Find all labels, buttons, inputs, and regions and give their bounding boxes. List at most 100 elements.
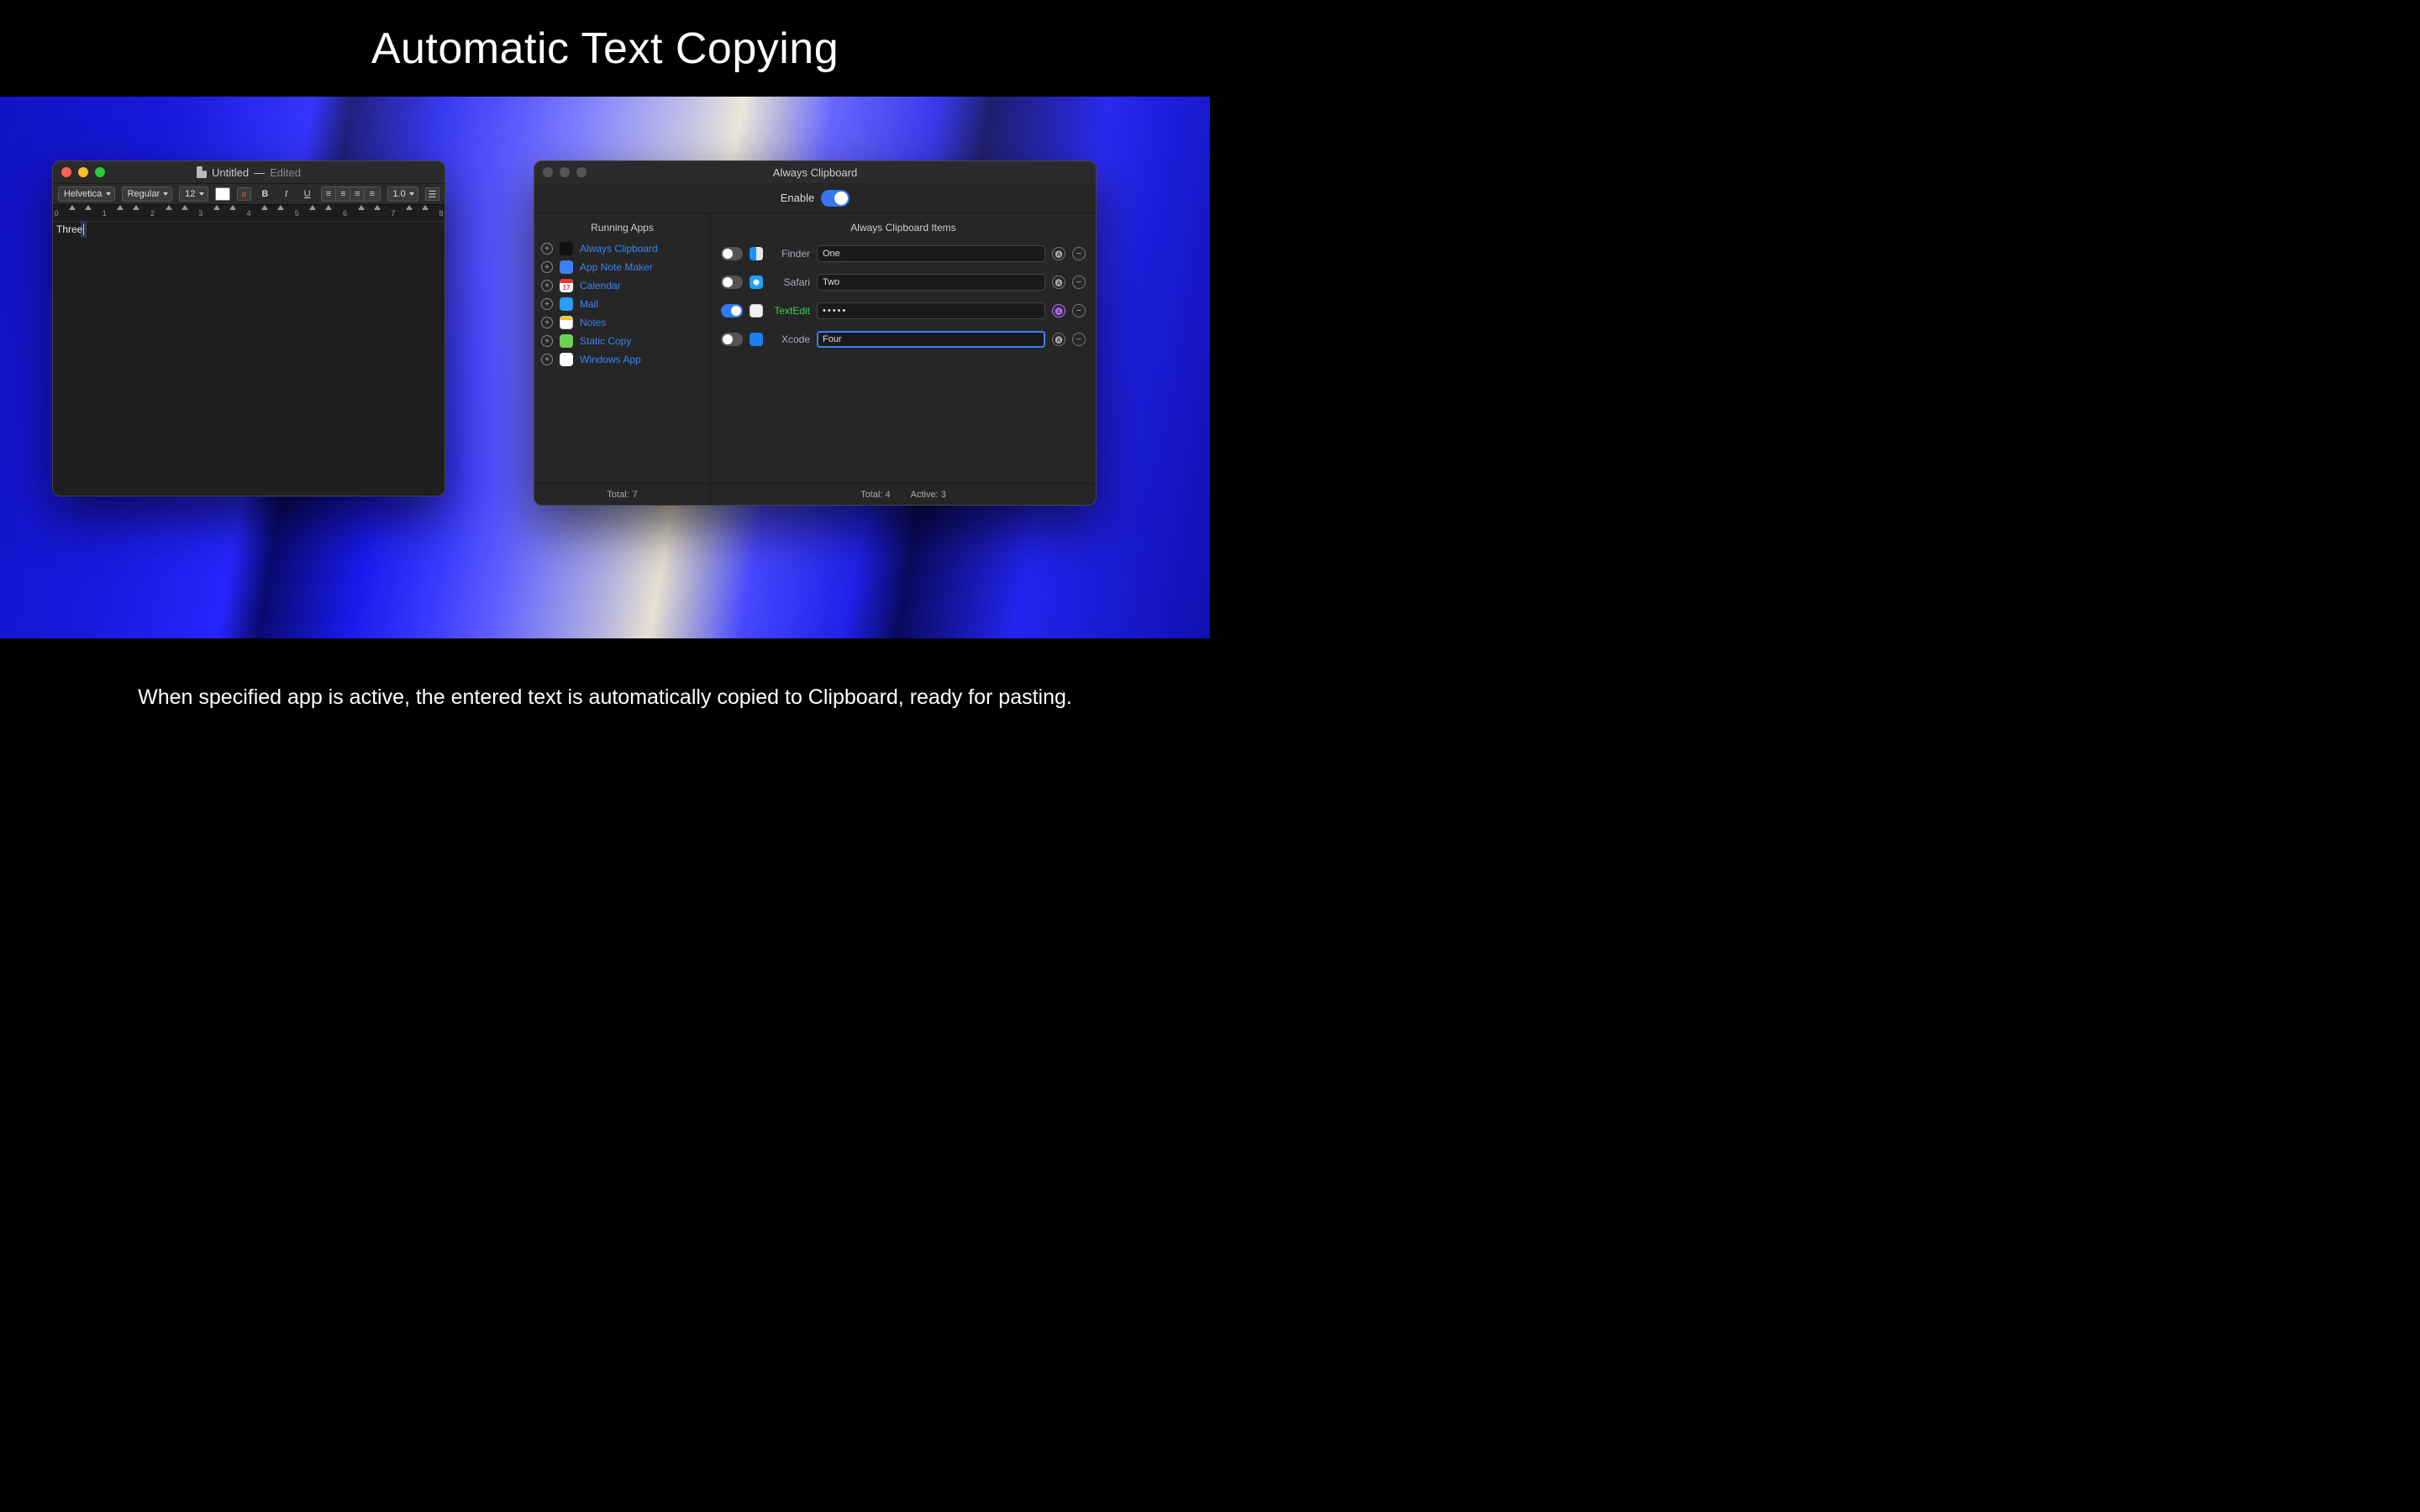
clipboard-item-row: TextEdit ••••• 🅐− — [721, 302, 1086, 319]
add-app-button[interactable]: + — [541, 243, 553, 255]
textedit-document-body[interactable]: Three — [53, 222, 445, 496]
clipboard-item-row: XcodeFour🅐− — [721, 331, 1086, 348]
marketing-header: Automatic Text Copying — [0, 0, 1210, 97]
item-auto-button[interactable]: 🅐 — [1052, 247, 1065, 260]
textedit-titlebar[interactable]: Untitled — Edited — [53, 161, 445, 183]
enable-label: Enable — [781, 192, 814, 204]
clipboard-titlebar[interactable]: Always Clipboard — [534, 161, 1096, 183]
bold-button[interactable]: B — [258, 187, 272, 201]
app-icon — [750, 276, 763, 289]
app-icon: 17 — [560, 279, 573, 292]
line-spacing-value: 1.0 — [393, 189, 406, 199]
ruler-tab-stop-icon[interactable] — [213, 205, 220, 210]
items-total-label: Total: — [860, 490, 882, 500]
item-auto-button[interactable]: 🅐 — [1052, 333, 1065, 346]
textedit-window: Untitled — Edited Helvetica Regular 12 a… — [52, 160, 445, 496]
clipboard-items-header: Always Clipboard Items — [718, 213, 1089, 242]
ruler-tab-stop-icon[interactable] — [406, 205, 413, 210]
add-app-button[interactable]: + — [541, 354, 553, 365]
running-app-name[interactable]: Always Clipboard — [580, 243, 658, 255]
item-enable-toggle[interactable] — [721, 247, 743, 260]
text-color-swatch[interactable] — [215, 187, 229, 201]
ruler-tab-stop-icon[interactable] — [85, 205, 92, 210]
document-status: Edited — [270, 166, 301, 179]
enable-row: Enable — [534, 183, 1096, 213]
add-app-button[interactable]: + — [541, 261, 553, 273]
add-app-button[interactable]: + — [541, 298, 553, 310]
line-spacing-select[interactable]: 1.0 — [387, 186, 418, 202]
ruler-mark: 4 — [246, 209, 250, 218]
ruler-mark: 5 — [295, 209, 299, 218]
items-total-value: 4 — [886, 490, 891, 500]
textedit-format-toolbar: Helvetica Regular 12 a B I U ≡ ≡ ≡ ≡ 1.0… — [53, 183, 445, 205]
running-app-row: + Notes — [541, 316, 703, 329]
ruler-tab-stop-icon[interactable] — [309, 205, 316, 210]
align-justify-icon[interactable]: ≡ — [365, 187, 379, 201]
item-enable-toggle[interactable] — [721, 276, 743, 289]
font-family-select[interactable]: Helvetica — [58, 186, 115, 202]
underline-button[interactable]: U — [300, 187, 314, 201]
list-style-button[interactable]: ☰ — [425, 187, 439, 201]
window-title: Untitled — Edited — [53, 166, 445, 179]
add-app-button[interactable]: + — [541, 317, 553, 328]
font-size-select[interactable]: 12 — [179, 186, 208, 202]
running-app-name[interactable]: Static Copy — [580, 335, 631, 347]
app-icon — [560, 353, 573, 366]
ruler-tab-stop-icon[interactable] — [358, 205, 365, 210]
running-app-name[interactable]: Notes — [580, 317, 606, 328]
item-enable-toggle[interactable] — [721, 333, 743, 346]
ruler-tab-stop-icon[interactable] — [117, 205, 124, 210]
ruler-mark: 0 — [54, 209, 58, 218]
running-total-label: Total: — [607, 490, 629, 500]
align-center-icon[interactable]: ≡ — [336, 187, 350, 201]
align-left-icon[interactable]: ≡ — [322, 187, 336, 201]
ruler-tab-stop-icon[interactable] — [133, 205, 139, 210]
running-app-name[interactable]: Calendar — [580, 280, 621, 291]
clipboard-item-appname: TextEdit — [770, 305, 810, 317]
add-app-button[interactable]: + — [541, 280, 553, 291]
font-family-value: Helvetica — [64, 189, 102, 199]
item-remove-button[interactable]: − — [1072, 333, 1086, 346]
clipboard-item-input[interactable]: ••••• — [817, 302, 1045, 319]
item-remove-button[interactable]: − — [1072, 247, 1086, 260]
ruler-tab-stop-icon[interactable] — [325, 205, 332, 210]
item-remove-button[interactable]: − — [1072, 304, 1086, 318]
ruler-tab-stop-icon[interactable] — [422, 205, 429, 210]
app-icon — [560, 316, 573, 329]
running-app-row: + Always Clipboard — [541, 242, 703, 255]
ruler-tab-stop-icon[interactable] — [374, 205, 381, 210]
align-right-icon[interactable]: ≡ — [350, 187, 365, 201]
clipboard-item-row: Finder One 🅐− — [721, 245, 1086, 262]
item-auto-button[interactable]: 🅐 — [1052, 276, 1065, 289]
styles-button[interactable]: a — [237, 187, 251, 201]
ruler-tab-stop-icon[interactable] — [277, 205, 284, 210]
item-remove-button[interactable]: − — [1072, 276, 1086, 289]
ruler-tab-stop-icon[interactable] — [261, 205, 268, 210]
italic-button[interactable]: I — [279, 187, 293, 201]
running-app-name[interactable]: Windows App — [580, 354, 641, 365]
ruler-tab-stop-icon[interactable] — [166, 205, 172, 210]
ruler-tab-stop-icon[interactable] — [69, 205, 76, 210]
font-style-select[interactable]: Regular — [122, 186, 173, 202]
clipboard-item-appname: Finder — [770, 248, 810, 260]
ruler-tab-stop-icon[interactable] — [182, 205, 188, 210]
ruler-mark: 3 — [198, 209, 203, 218]
clipboard-item-input[interactable]: Two — [817, 274, 1045, 291]
clipboard-item-input[interactable]: Four — [817, 331, 1045, 348]
enable-toggle[interactable] — [821, 190, 850, 207]
page-title: Automatic Text Copying — [371, 24, 839, 74]
textedit-ruler[interactable]: 012345678 — [53, 205, 445, 222]
app-icon — [560, 260, 573, 274]
clipboard-item-input[interactable]: One — [817, 245, 1045, 262]
running-app-name[interactable]: Mail — [580, 298, 598, 310]
ruler-tab-stop-icon[interactable] — [229, 205, 236, 210]
ruler-mark: 7 — [391, 209, 395, 218]
clipboard-items-pane: Always Clipboard Items FinderOne🅐−Safari… — [711, 213, 1096, 483]
item-enable-toggle[interactable] — [721, 304, 743, 318]
running-app-name[interactable]: App Note Maker — [580, 261, 653, 273]
window-title: Always Clipboard — [534, 166, 1096, 179]
item-auto-button[interactable]: 🅐 — [1052, 304, 1065, 318]
add-app-button[interactable]: + — [541, 335, 553, 347]
app-icon — [560, 334, 573, 348]
app-icon — [750, 304, 763, 318]
